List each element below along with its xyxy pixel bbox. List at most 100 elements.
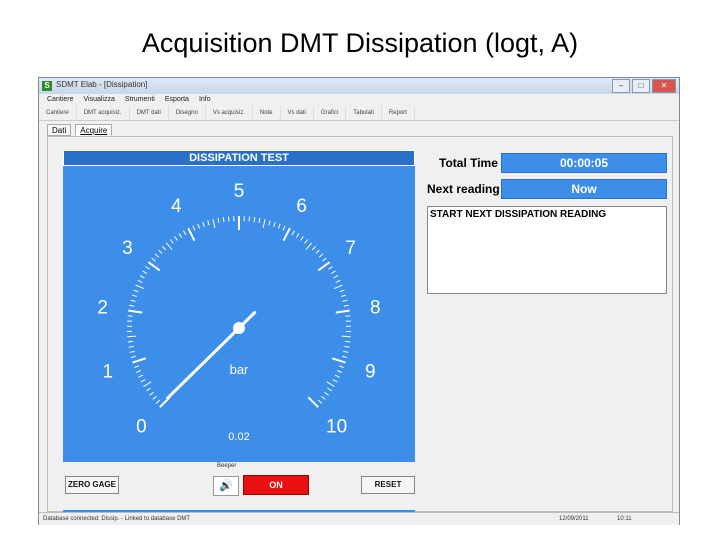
gauge-minor-tick <box>311 246 317 251</box>
gauge-needle <box>166 326 241 400</box>
gauge-minor-tick <box>330 270 336 274</box>
gauge-major-tick <box>331 357 346 364</box>
menu-item[interactable]: Cantiere <box>47 94 73 106</box>
next-reading-value: Now <box>501 179 667 199</box>
gauge-scale-label: 10 <box>326 417 347 438</box>
gauge-minor-tick <box>300 236 304 241</box>
gauge-minor-tick <box>339 289 345 293</box>
gauge-scale-label: 3 <box>122 238 133 259</box>
gauge-scale-label: 1 <box>102 362 113 383</box>
gauge-minor-tick <box>317 399 323 404</box>
gauge-minor-tick <box>282 225 286 231</box>
gauge-minor-tick <box>327 387 332 392</box>
gauge-minor-tick <box>154 253 160 258</box>
gauge-scale-label: 7 <box>345 238 356 259</box>
toolbar-button[interactable]: Disegno <box>169 106 206 120</box>
gauge-minor-tick <box>127 340 133 343</box>
gauge-scale-label: 2 <box>97 297 108 318</box>
app-window: S SDMT Elab - [Dissipation] – □ ✕ Cantie… <box>38 77 680 525</box>
status-text: Database connected: Dissip. - Linked to … <box>43 516 191 522</box>
gauge-minor-tick <box>315 249 320 254</box>
gauge-minor-tick <box>146 387 151 392</box>
gauge-minor-tick <box>268 220 271 226</box>
gauge-major-tick <box>187 227 196 242</box>
gauge-major-tick <box>335 309 350 314</box>
toolbar-button[interactable]: Tabulati <box>346 106 382 120</box>
status-bar: Database connected: Dissip. - Linked to … <box>39 512 679 525</box>
pressure-gauge: 0 1 2 3 4 5 6 7 8 9 10 bar 0.02 <box>97 181 380 443</box>
gauge-unit-label: bar <box>230 362 249 377</box>
minimize-button[interactable]: – <box>612 79 630 93</box>
gauge-minor-tick <box>158 249 163 254</box>
gauge-minor-tick <box>341 335 351 338</box>
gauge-minor-tick <box>212 218 216 228</box>
gauge-minor-tick <box>135 284 145 290</box>
gauge-minor-tick <box>335 279 341 283</box>
toolbar-button[interactable]: Report <box>382 106 415 120</box>
menu-item[interactable]: Esporta <box>165 94 189 106</box>
gauge-minor-tick <box>318 253 324 258</box>
gauge-minor-tick <box>345 315 351 317</box>
toolbar-button[interactable]: DMT dati <box>130 106 169 120</box>
reset-button[interactable]: RESET <box>361 476 415 494</box>
toolbar-button[interactable]: Cantiere <box>39 106 77 120</box>
control-bar: ZERO GAGE Beeper 🔊 ON RESET <box>63 462 415 510</box>
gauge-minor-tick <box>334 374 340 378</box>
gauge-minor-tick <box>152 395 157 400</box>
tab-dati[interactable]: Dati <box>47 124 72 136</box>
toolbar-button[interactable]: DMT acquisiz. <box>77 106 130 120</box>
maximize-button[interactable]: □ <box>632 79 650 93</box>
gauge-minor-tick <box>192 225 196 231</box>
menu-item[interactable]: Visualizza <box>83 94 114 106</box>
tab-acquire[interactable]: Acquire <box>75 124 113 136</box>
gauge-minor-tick <box>183 230 187 236</box>
gauge-major-tick <box>307 396 319 408</box>
gauge-minor-tick <box>338 365 344 369</box>
gauge-minor-tick <box>345 340 351 343</box>
gauge-scale-label: 5 <box>234 181 245 202</box>
message-box: START NEXT DISSIPATION READING <box>427 206 667 294</box>
beeper-on-button[interactable]: ON <box>243 475 309 495</box>
menu-item[interactable]: Info <box>199 94 211 106</box>
gauge-scale-label: 6 <box>296 196 307 217</box>
gauge-minor-tick <box>151 257 156 262</box>
zero-gage-button[interactable]: ZERO GAGE <box>65 476 119 494</box>
gauge-minor-tick <box>222 217 225 223</box>
gauge-minor-tick <box>217 217 220 223</box>
close-button[interactable]: ✕ <box>652 79 676 93</box>
menu-item[interactable]: Strumenti <box>125 94 155 106</box>
toolbar-button[interactable]: Vs acquisiz. <box>206 106 253 120</box>
next-reading-label: Next reading <box>427 182 500 196</box>
gauge-scale-label: 0 <box>136 417 147 438</box>
gauge-minor-tick <box>149 391 154 396</box>
toolbar-button[interactable]: Note <box>253 106 281 120</box>
gauge-minor-tick <box>131 294 137 298</box>
gauge-minor-tick <box>344 345 350 348</box>
gauge-minor-tick <box>333 284 343 290</box>
gauge-minor-tick <box>305 242 313 251</box>
speaker-icon[interactable]: 🔊 <box>213 476 239 496</box>
gauge-minor-tick <box>128 345 134 348</box>
gauge-minor-tick <box>161 246 167 251</box>
gauge-minor-tick <box>324 391 329 396</box>
toolbar-button[interactable]: Vs dati <box>281 106 314 120</box>
tab-strip: Dati Acquire <box>47 124 113 136</box>
gauge-minor-tick <box>343 304 349 307</box>
gauge-minor-tick <box>332 379 338 383</box>
gauge-minor-tick <box>258 217 261 223</box>
gauge-minor-tick <box>304 239 309 244</box>
slide-title: Acquisition DMT Dissipation (logt, A) <box>141 28 579 58</box>
gauge-minor-tick <box>155 399 161 404</box>
gauge-minor-tick <box>129 304 135 307</box>
toolbar: Cantiere DMT acquisiz. DMT dati Disegno … <box>39 106 679 121</box>
gauge-minor-tick <box>328 266 333 270</box>
gauge-minor-tick <box>326 381 335 387</box>
gauge-minor-tick <box>134 365 140 369</box>
gauge-minor-tick <box>291 230 295 236</box>
gauge-minor-tick <box>127 315 133 317</box>
toolbar-button[interactable]: Grafici <box>314 106 347 120</box>
title-bar: S SDMT Elab - [Dissipation] – □ ✕ <box>39 78 679 94</box>
window-title: SDMT Elab - [Dissipation] <box>56 80 148 89</box>
gauge-minor-tick <box>143 381 152 387</box>
gauge-scale-label: 9 <box>365 362 376 383</box>
